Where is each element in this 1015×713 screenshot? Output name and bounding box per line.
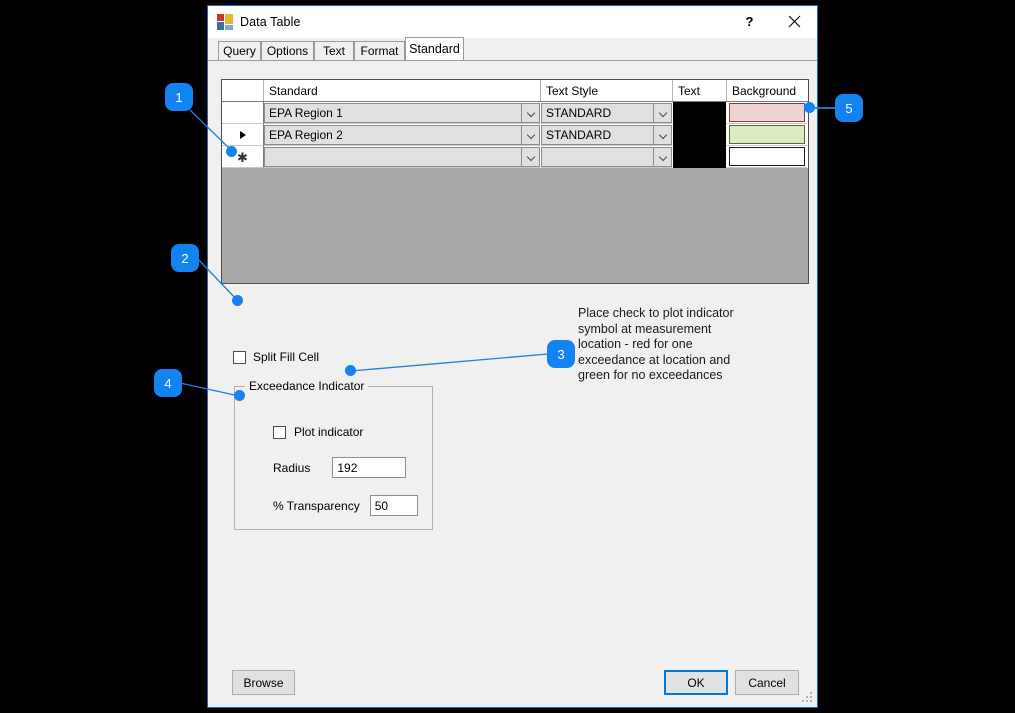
ok-button[interactable]: OK (664, 670, 728, 695)
transparency-input[interactable]: 50 (370, 495, 418, 516)
cell-background-color[interactable] (727, 124, 807, 146)
cell-text-color[interactable] (673, 102, 727, 124)
transparency-field-row: % Transparency 50 (273, 495, 418, 516)
cell-background-color[interactable] (727, 102, 807, 124)
chevron-down-icon[interactable] (521, 148, 539, 166)
callout-badge-3[interactable]: 3 (547, 340, 575, 368)
tab-query[interactable]: Query (218, 41, 261, 60)
checkbox-box[interactable] (273, 426, 286, 439)
chevron-down-icon[interactable] (521, 104, 539, 122)
grid-header-row: Standard Text Style Text Background (222, 80, 808, 102)
tab-format[interactable]: Format (354, 41, 405, 60)
annotation-description: Place check to plot indicator symbol at … (578, 306, 738, 384)
cell-standard[interactable] (264, 146, 541, 168)
column-header-rowselector[interactable] (222, 80, 264, 101)
tab-standard[interactable]: Standard (405, 37, 464, 60)
plot-indicator-checkbox[interactable]: Plot indicator (273, 425, 363, 439)
callout-dot-1 (226, 146, 237, 157)
cell-text-style[interactable] (541, 146, 673, 168)
standard-combo[interactable] (264, 147, 540, 167)
radius-label: Radius (273, 461, 310, 475)
callout-dot-5 (804, 102, 815, 113)
app-grid-icon (217, 14, 233, 30)
callout-dot-2 (232, 295, 243, 306)
tab-strip: Query Options Text Format Standard (208, 38, 817, 60)
split-fill-cell-label: Split Fill Cell (253, 350, 319, 364)
radius-input[interactable]: 192 (332, 457, 406, 478)
background-color-swatch[interactable] (729, 147, 805, 166)
table-row[interactable]: EPA Region 1 STANDARD (222, 102, 808, 124)
row-selector[interactable] (222, 124, 264, 146)
standard-value: EPA Region 1 (265, 106, 521, 120)
close-icon[interactable] (772, 6, 817, 37)
text-color-swatch[interactable] (673, 102, 726, 124)
standards-grid[interactable]: Standard Text Style Text Background EPA … (221, 79, 809, 284)
resize-grip[interactable] (802, 692, 813, 703)
tab-text[interactable]: Text (314, 41, 354, 60)
standard-combo[interactable]: EPA Region 1 (264, 103, 540, 123)
checkbox-box[interactable] (233, 351, 246, 364)
text-color-swatch[interactable] (673, 146, 726, 168)
cell-text-style[interactable]: STANDARD (541, 102, 673, 124)
current-row-arrow-icon (240, 131, 246, 139)
cell-background-color[interactable] (727, 146, 807, 168)
plot-indicator-label: Plot indicator (294, 425, 363, 439)
column-header-text[interactable]: Text (673, 80, 727, 101)
cancel-button[interactable]: Cancel (735, 670, 799, 695)
column-header-background[interactable]: Background (727, 80, 807, 101)
cell-text-color[interactable] (673, 146, 727, 168)
tab-body: Standard Text Style Text Background EPA … (208, 60, 817, 707)
text-style-combo[interactable]: STANDARD (541, 103, 672, 123)
text-color-swatch[interactable] (673, 124, 726, 146)
callout-badge-2[interactable]: 2 (171, 244, 199, 272)
text-style-combo[interactable]: STANDARD (541, 125, 672, 145)
callout-dot-3 (345, 365, 356, 376)
callout-badge-1[interactable]: 1 (165, 83, 193, 111)
transparency-label: % Transparency (273, 499, 360, 513)
browse-button[interactable]: Browse (232, 670, 295, 695)
radius-field-row: Radius 192 (273, 457, 406, 478)
background-color-swatch[interactable] (729, 125, 805, 144)
chevron-down-icon[interactable] (521, 126, 539, 144)
standard-value: EPA Region 2 (265, 128, 521, 142)
column-header-standard[interactable]: Standard (264, 80, 541, 101)
table-row[interactable]: EPA Region 2 STANDARD (222, 124, 808, 146)
text-style-value: STANDARD (542, 106, 653, 120)
chevron-down-icon[interactable] (653, 104, 671, 122)
background-color-swatch[interactable] (729, 103, 805, 122)
help-button[interactable]: ? (727, 6, 772, 37)
text-style-combo[interactable] (541, 147, 672, 167)
text-style-value: STANDARD (542, 128, 653, 142)
title-bar: Data Table ? (208, 6, 817, 38)
chevron-down-icon[interactable] (653, 148, 671, 166)
exceedance-indicator-title: Exceedance Indicator (245, 379, 368, 393)
chevron-down-icon[interactable] (653, 126, 671, 144)
exceedance-indicator-group: Exceedance Indicator Plot indicator Radi… (234, 386, 433, 530)
standard-combo[interactable]: EPA Region 2 (264, 125, 540, 145)
title-bar-buttons: ? (727, 6, 817, 38)
callout-badge-4[interactable]: 4 (154, 369, 182, 397)
tab-options[interactable]: Options (261, 41, 314, 60)
cell-text-style[interactable]: STANDARD (541, 124, 673, 146)
cell-standard[interactable]: EPA Region 2 (264, 124, 541, 146)
new-row-asterisk-icon: ✱ (237, 151, 248, 164)
window-title: Data Table (240, 15, 301, 29)
cell-standard[interactable]: EPA Region 1 (264, 102, 541, 124)
callout-badge-5[interactable]: 5 (835, 94, 863, 122)
row-selector[interactable] (222, 102, 264, 124)
dialog-footer: Browse OK Cancel (208, 661, 817, 707)
split-fill-cell-checkbox[interactable]: Split Fill Cell (233, 350, 319, 364)
cell-text-color[interactable] (673, 124, 727, 146)
column-header-text-style[interactable]: Text Style (541, 80, 673, 101)
callout-dot-4 (234, 390, 245, 401)
table-row[interactable]: ✱ (222, 146, 808, 168)
